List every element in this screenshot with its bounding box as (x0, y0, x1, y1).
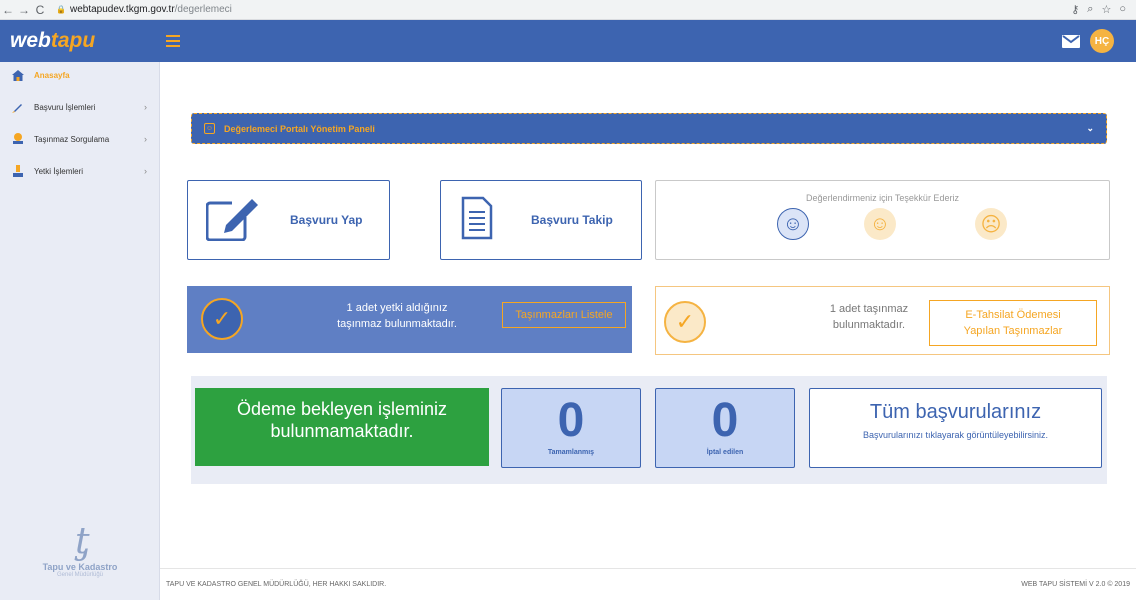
forward-icon[interactable]: → (16, 3, 32, 17)
tkgm-logo-sub: Genel Müdürlüğü (56, 572, 104, 578)
sidebar-item-authorization[interactable]: Yetki İşlemleri › (0, 158, 159, 184)
profile-icon[interactable]: ○ (1119, 3, 1126, 16)
check-icon: ✓ (664, 301, 706, 343)
happy-face-icon[interactable]: ☺ (777, 208, 809, 240)
browser-toolbar: ← → C 🔒 webtapudev.tkgm.gov.tr /degerlem… (0, 0, 1136, 20)
edit-icon (205, 195, 260, 246)
sad-face-icon[interactable]: ☹ (975, 208, 1007, 240)
paid-text: 1 adet taşınmaz bulunmaktadır. (804, 301, 934, 333)
all-applications-box[interactable]: Tüm başvurularınız Başvurularınızı tıkla… (809, 388, 1102, 468)
tkgm-logo-name: Tapu ve Kadastro (42, 562, 118, 572)
sidebar-item-label: Anasayfa (34, 70, 70, 80)
summary-section: Ödeme bekleyen işleminiz bulunmamaktadır… (191, 376, 1107, 484)
panel-title: Değerlemeci Portalı Yönetim Paneli (224, 123, 375, 134)
sidebar-item-label: Başvuru İşlemleri (34, 102, 96, 112)
apply-card[interactable]: Başvuru Yap (187, 180, 390, 260)
pending-line1: Ödeme bekleyen işleminiz (236, 399, 448, 419)
sidebar-item-home[interactable]: Anasayfa (0, 62, 159, 88)
home-icon (12, 69, 24, 81)
smile-icon: ☺ (204, 123, 215, 134)
neutral-face-icon[interactable]: ☺ (864, 208, 896, 240)
url-host: webtapudev.tkgm.gov.tr (69, 4, 175, 15)
chevron-right-icon: › (144, 102, 147, 112)
user-icon (12, 165, 24, 177)
footer: TAPU VE KADASTRO GENEL MÜDÜRLÜĞÜ, HER HA… (160, 568, 1136, 600)
mail-icon[interactable] (1062, 34, 1080, 48)
cancelled-label: İptal edilen (706, 449, 744, 456)
authorized-properties-panel: ✓ 1 adet yetki aldığınız taşınmaz bulunm… (187, 286, 632, 353)
completed-count-box[interactable]: 0 Tamamlanmış (501, 388, 641, 468)
logo-prefix: web (10, 29, 51, 52)
rating-title: Değerlendirmeniz için Teşekkür Ederiz (806, 193, 959, 203)
sidebar-item-applications[interactable]: Başvuru İşlemleri › (0, 94, 159, 120)
footer-version: WEB TAPU SİSTEMİ V 2.0 © 2019 (1021, 581, 1130, 588)
all-applications-title: Tüm başvurularınız (869, 401, 1042, 423)
completed-label: Tamamlanmış (547, 449, 595, 456)
address-bar[interactable]: 🔒 webtapudev.tkgm.gov.tr /degerlemeci (56, 4, 232, 15)
list-properties-button[interactable]: Taşınmazları Listele (502, 302, 626, 328)
chevron-down-icon[interactable]: ⌄ (1086, 123, 1094, 134)
admin-panel-accordion[interactable]: ☺ Değerlemeci Portalı Yönetim Paneli ⌄ (191, 113, 1107, 144)
logo[interactable]: webtapu (0, 29, 160, 53)
cancelled-count-box[interactable]: 0 İptal edilen (655, 388, 795, 468)
rating-card: Değerlendirmeniz için Teşekkür Ederiz ☺ … (655, 180, 1110, 260)
main-content: ☺ Değerlemeci Portalı Yönetim Paneli ⌄ B… (160, 62, 1136, 600)
logo-suffix: tapu (50, 29, 96, 52)
track-card[interactable]: Başvuru Takip (440, 180, 642, 260)
tkgm-logo-mark: ƫ (72, 521, 88, 562)
authorized-text-line2: taşınmaz bulunmaktadır. (337, 318, 457, 330)
sidebar: Anasayfa Başvuru İşlemleri › Taşınmaz So… (0, 62, 160, 600)
url-path: /degerlemeci (174, 4, 232, 15)
lock-icon: 🔒 (56, 5, 66, 14)
pen-icon (12, 101, 24, 113)
cancelled-count: 0 (711, 394, 739, 447)
paid-text-line1: 1 adet taşınmaz (829, 303, 909, 315)
sidebar-item-label: Taşınmaz Sorgulama (34, 134, 110, 144)
zoom-icon[interactable]: ⌕ (1087, 3, 1093, 16)
reload-icon[interactable]: C (32, 3, 48, 17)
document-icon (461, 196, 493, 245)
pending-line2: bulunmamaktadır. (270, 421, 414, 441)
avatar[interactable]: HÇ (1090, 29, 1114, 53)
hamburger-menu-icon[interactable] (166, 35, 180, 47)
star-icon[interactable]: ☆ (1101, 3, 1111, 16)
check-icon: ✓ (201, 298, 243, 340)
chevron-right-icon: › (144, 166, 147, 176)
back-icon[interactable]: ← (0, 3, 16, 17)
sidebar-item-label: Yetki İşlemleri (34, 166, 84, 176)
paid-text-line2: bulunmaktadır. (832, 319, 906, 331)
e-payment-button-line1: E-Tahsilat Ödemesi (965, 309, 1061, 321)
pending-payment-box[interactable]: Ödeme bekleyen işleminiz bulunmamaktadır… (195, 388, 489, 466)
paid-properties-panel: ✓ 1 adet taşınmaz bulunmaktadır. E-Tahsi… (655, 286, 1110, 355)
authorized-text: 1 adet yetki aldığınız taşınmaz bulunmak… (277, 300, 517, 332)
chevron-right-icon: › (144, 134, 147, 144)
footer-copyright: TAPU VE KADASTRO GENEL MÜDÜRLÜĞÜ, HER HA… (166, 581, 387, 588)
e-payment-properties-button[interactable]: E-Tahsilat Ödemesi Yapılan Taşınmazlar (929, 300, 1097, 346)
apply-label: Başvuru Yap (290, 213, 363, 227)
sidebar-item-property-query[interactable]: Taşınmaz Sorgulama › (0, 126, 159, 152)
map-pin-icon (12, 133, 24, 145)
track-label: Başvuru Takip (531, 213, 613, 227)
tkgm-logo: ƫ Tapu ve Kadastro Genel Müdürlüğü (0, 521, 160, 578)
app-header: webtapu HÇ (0, 20, 1136, 62)
key-icon[interactable]: ⚷ (1071, 3, 1079, 16)
app-root: ← → C 🔒 webtapudev.tkgm.gov.tr /degerlem… (0, 0, 1136, 600)
authorized-text-line1: 1 adet yetki aldığınız (346, 302, 448, 314)
completed-count: 0 (557, 394, 585, 447)
e-payment-button-line2: Yapılan Taşınmazlar (963, 325, 1063, 337)
all-applications-subtitle: Başvurularınızı tıklayarak görüntüleyebi… (862, 430, 1049, 440)
